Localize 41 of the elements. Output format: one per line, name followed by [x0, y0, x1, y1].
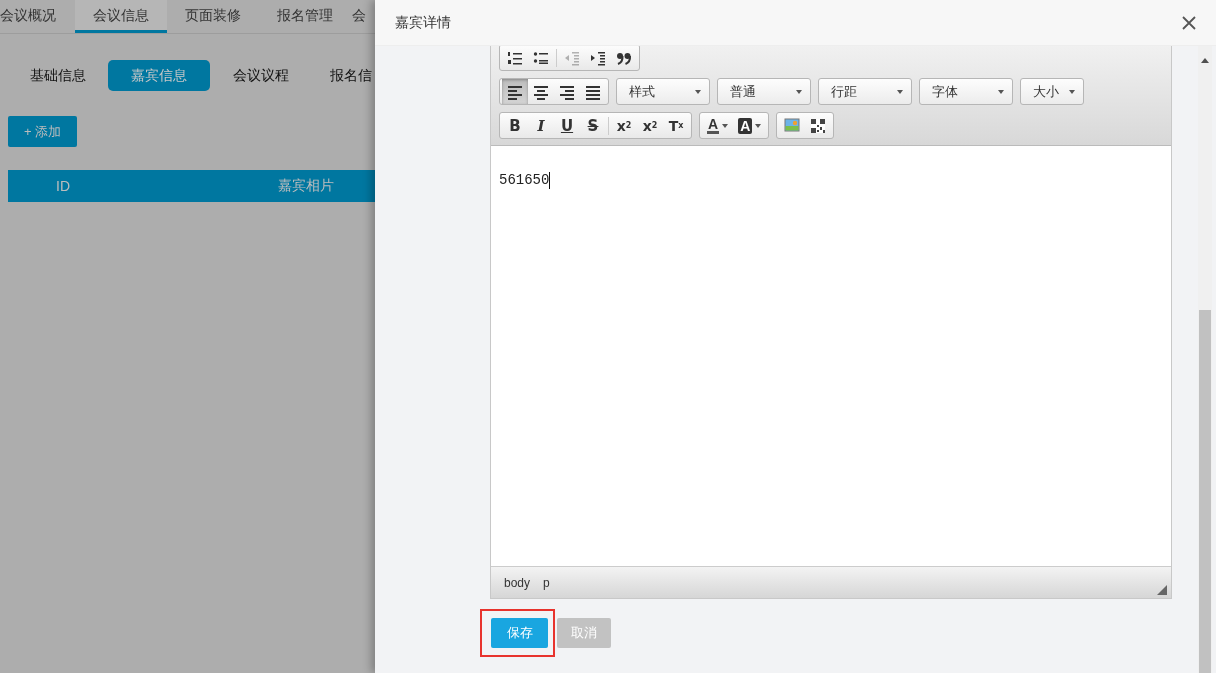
align-left-icon[interactable]	[502, 79, 528, 104]
caret-icon	[998, 89, 1004, 94]
dropdown[interactable]: 行距	[818, 78, 912, 105]
caret-icon	[1069, 89, 1075, 94]
tab[interactable]: 会议信息	[75, 0, 167, 33]
sub-tab[interactable]: 会议议程	[210, 60, 312, 91]
tab[interactable]: 报名管理	[259, 0, 351, 33]
editor-text: 561650	[499, 172, 550, 188]
dropdown[interactable]: 普通	[717, 78, 811, 105]
resize-grip-icon[interactable]	[1157, 585, 1167, 595]
color-button[interactable]: A	[702, 113, 734, 138]
tab[interactable]: 页面装修	[167, 0, 259, 33]
column-header: ID	[56, 178, 70, 194]
caret-icon	[796, 89, 802, 94]
dialog-title: 嘉宾详情	[395, 13, 451, 32]
format-button[interactable]: I	[528, 113, 554, 138]
dropdown[interactable]: 样式	[616, 78, 710, 105]
dropdown[interactable]: 大小	[1020, 78, 1084, 105]
tab[interactable]: 会议概况	[0, 0, 75, 33]
sub-tab[interactable]: 报名信	[312, 60, 372, 91]
format-button[interactable]: B	[502, 113, 528, 138]
dropdown[interactable]: 字体	[919, 78, 1013, 105]
column-header: 嘉宾相片	[278, 177, 334, 195]
scroll-up-icon[interactable]	[1201, 58, 1209, 63]
scrollbar[interactable]	[1198, 46, 1212, 673]
color-button[interactable]: A	[733, 113, 767, 138]
editor-area[interactable]: 561650	[491, 146, 1171, 566]
caret-icon	[755, 123, 762, 128]
format-button[interactable]: S	[580, 113, 606, 138]
element-path-item[interactable]: body	[504, 575, 531, 590]
caret-icon	[897, 89, 903, 94]
caret-icon	[722, 123, 729, 128]
caret-icon	[695, 89, 701, 94]
tab[interactable]: 会	[351, 0, 375, 33]
sub-tab[interactable]: 基础信息	[8, 60, 108, 91]
format-button[interactable]: U	[554, 113, 580, 138]
close-icon[interactable]	[1182, 15, 1196, 30]
scrollbar-thumb[interactable]	[1199, 310, 1211, 673]
element-path-item[interactable]: p	[543, 575, 550, 590]
text-cursor	[549, 172, 551, 189]
format-button[interactable]: x$^{2}$	[637, 113, 663, 138]
